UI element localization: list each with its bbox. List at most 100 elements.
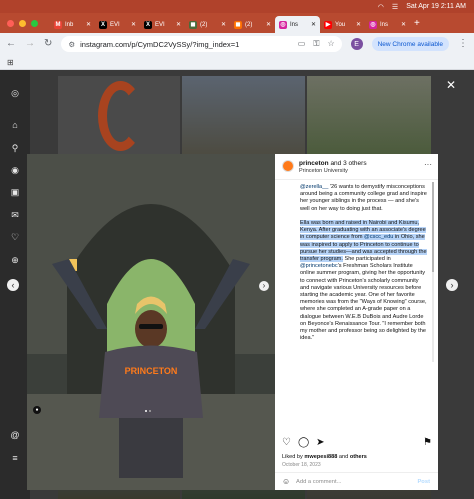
browser-tab[interactable]: ▶ You ✕ bbox=[320, 16, 365, 33]
minimize-window-button[interactable] bbox=[19, 19, 26, 27]
control-center-icon[interactable]: ☰ bbox=[392, 3, 398, 11]
comment-icon[interactable]: ◯ bbox=[298, 437, 309, 449]
macos-menu-bar: ◠ ☰ Sat Apr 19 2:11 AM bbox=[0, 0, 474, 13]
x-icon: X bbox=[144, 20, 152, 29]
threads-icon[interactable]: @ bbox=[10, 430, 20, 440]
mention-link[interactable]: @princetonebc bbox=[300, 263, 338, 269]
comment-box: ☺ Add a comment... Post bbox=[275, 472, 438, 490]
caption-scrollbar[interactable] bbox=[432, 182, 434, 362]
mention-link[interactable]: @zerella__ bbox=[300, 184, 328, 190]
url-text[interactable]: instagram.com/p/CymDC2VySSy/?img_index=1 bbox=[80, 40, 239, 49]
reels-icon[interactable]: ▣ bbox=[10, 187, 20, 197]
apps-grid-icon[interactable]: ⊞ bbox=[7, 58, 14, 67]
home-icon[interactable]: ⌂ bbox=[10, 120, 20, 130]
more-menu-icon[interactable]: ≡ bbox=[10, 453, 20, 463]
new-tab-button[interactable]: + bbox=[414, 18, 420, 29]
tab-strip: M Inb ✕ X EVI ✕ X EVI ✕ ◼ (2) ✕ ◼ (2) ✕ ◎ Ins ✕ ▶ You ✕ ◎ Ins ✕ bbox=[50, 13, 410, 33]
tab-label: (2) bbox=[200, 21, 208, 28]
account-subtitle[interactable]: Princeton University bbox=[299, 168, 348, 174]
profile-avatar[interactable]: E bbox=[350, 38, 363, 50]
more-options-icon[interactable]: ··· bbox=[424, 160, 432, 169]
caption-text: She participated in bbox=[342, 256, 391, 263]
back-icon[interactable]: ← bbox=[6, 39, 16, 49]
browser-tab[interactable]: ◼ (2) ✕ bbox=[230, 16, 275, 33]
tab-bar: M Inb ✕ X EVI ✕ X EVI ✕ ◼ (2) ✕ ◼ (2) ✕ ◎ Ins ✕ ▶ You ✕ ◎ Ins ✕… bbox=[0, 13, 474, 33]
instagram-icon: ◎ bbox=[279, 20, 287, 29]
menu-icon[interactable]: ⋮ bbox=[458, 39, 468, 49]
create-icon[interactable]: ⊕ bbox=[10, 255, 20, 265]
carousel-dots bbox=[145, 410, 151, 412]
close-tab-icon[interactable]: ✕ bbox=[356, 21, 361, 28]
post-actions: ♡ ◯ ➤ ⚑ bbox=[282, 437, 432, 449]
and-others-link[interactable]: and 3 others bbox=[330, 160, 366, 167]
browser-tab[interactable]: X EVI ✕ bbox=[140, 16, 185, 33]
caption-text: 's Freshman Scholars Institute online su… bbox=[300, 263, 427, 342]
tab-label: (2) bbox=[245, 21, 253, 28]
messages-icon[interactable]: ✉ bbox=[10, 210, 20, 220]
tab-label: Ins bbox=[380, 21, 389, 28]
site-info-icon[interactable]: ⚙ bbox=[68, 40, 75, 49]
background-post-tile[interactable] bbox=[58, 76, 180, 158]
account-names: princeton and 3 others bbox=[299, 160, 367, 167]
gmail-icon: M bbox=[54, 20, 62, 29]
comment-input[interactable]: Add a comment... bbox=[296, 479, 341, 485]
close-window-button[interactable] bbox=[7, 19, 14, 27]
like-icon[interactable]: ♡ bbox=[282, 437, 291, 449]
previous-post-icon[interactable]: ‹ bbox=[7, 279, 19, 291]
tag-user-icon[interactable]: ● bbox=[33, 406, 41, 414]
next-post-icon[interactable]: › bbox=[446, 279, 458, 291]
browser-toolbar: ← → ↻ ⚙ instagram.com/p/CymDC2VySSy/?img… bbox=[0, 33, 474, 55]
new-chrome-available-button[interactable]: New Chrome available bbox=[371, 37, 449, 51]
photo-illustration: PRINCETON bbox=[27, 154, 275, 490]
close-tab-icon[interactable]: ✕ bbox=[86, 21, 91, 28]
background-post-tile[interactable] bbox=[182, 76, 305, 158]
browser-tab[interactable]: X EVI ✕ bbox=[95, 16, 140, 33]
browser-tab[interactable]: ◎ Ins ✕ bbox=[365, 16, 410, 33]
close-tab-icon[interactable]: ✕ bbox=[266, 21, 271, 28]
liked-and-label: and bbox=[337, 454, 350, 460]
reload-icon[interactable]: ↻ bbox=[44, 39, 52, 49]
background-post-tile[interactable] bbox=[307, 76, 431, 158]
search-icon[interactable]: ⚲ bbox=[10, 143, 20, 153]
tab-label: EVI bbox=[110, 21, 120, 28]
tab-label: You bbox=[335, 21, 346, 28]
maximize-window-button[interactable] bbox=[31, 19, 38, 27]
instagram-icon: ◎ bbox=[369, 20, 377, 29]
notifications-icon[interactable]: ♡ bbox=[10, 232, 20, 242]
liked-others-link[interactable]: others bbox=[350, 454, 367, 460]
key-icon[interactable]: ⚿ bbox=[313, 39, 319, 49]
save-icon[interactable]: ⚑ bbox=[423, 437, 432, 449]
browser-tab[interactable]: ◼ (2) ✕ bbox=[185, 16, 230, 33]
browser-tab[interactable]: M Inb ✕ bbox=[50, 16, 95, 33]
forward-icon[interactable]: → bbox=[25, 39, 35, 49]
close-icon[interactable]: ✕ bbox=[446, 78, 456, 92]
shirt-text: PRINCETON bbox=[125, 366, 178, 376]
explore-icon[interactable]: ◉ bbox=[10, 165, 20, 175]
share-icon[interactable]: ➤ bbox=[316, 437, 324, 449]
scrollbar-thumb[interactable] bbox=[432, 182, 434, 272]
close-tab-icon[interactable]: ✕ bbox=[311, 21, 316, 28]
post-header: princeton and 3 others Princeton Univers… bbox=[275, 154, 438, 180]
bookmark-star-icon[interactable]: ☆ bbox=[327, 39, 334, 49]
post-details-panel: princeton and 3 others Princeton Univers… bbox=[275, 154, 438, 490]
next-image-icon[interactable]: › bbox=[259, 281, 269, 291]
instagram-logo-icon[interactable]: ◎ bbox=[10, 88, 20, 98]
account-avatar[interactable] bbox=[282, 160, 294, 172]
cast-icon[interactable]: ▭ bbox=[298, 39, 306, 49]
post-photo[interactable]: PRINCETON ● › bbox=[27, 154, 275, 490]
liked-user-link[interactable]: mwepesi888 bbox=[304, 454, 337, 460]
wifi-icon[interactable]: ◠ bbox=[378, 3, 384, 11]
browser-tab[interactable]: ◎ Ins ✕ bbox=[275, 16, 320, 33]
close-tab-icon[interactable]: ✕ bbox=[131, 21, 136, 28]
app-icon: ◼ bbox=[234, 20, 242, 29]
account-name[interactable]: princeton bbox=[299, 160, 329, 167]
address-bar[interactable]: ⚙ instagram.com/p/CymDC2VySSy/?img_index… bbox=[61, 36, 342, 52]
close-tab-icon[interactable]: ✕ bbox=[221, 21, 226, 28]
clock[interactable]: Sat Apr 19 2:11 AM bbox=[406, 3, 466, 10]
close-tab-icon[interactable]: ✕ bbox=[401, 21, 406, 28]
emoji-icon[interactable]: ☺ bbox=[282, 477, 290, 486]
app-icon: ◼ bbox=[189, 20, 197, 29]
post-comment-button[interactable]: Post bbox=[417, 479, 430, 485]
mention-link[interactable]: @cscc_edu bbox=[364, 234, 393, 240]
close-tab-icon[interactable]: ✕ bbox=[176, 21, 181, 28]
